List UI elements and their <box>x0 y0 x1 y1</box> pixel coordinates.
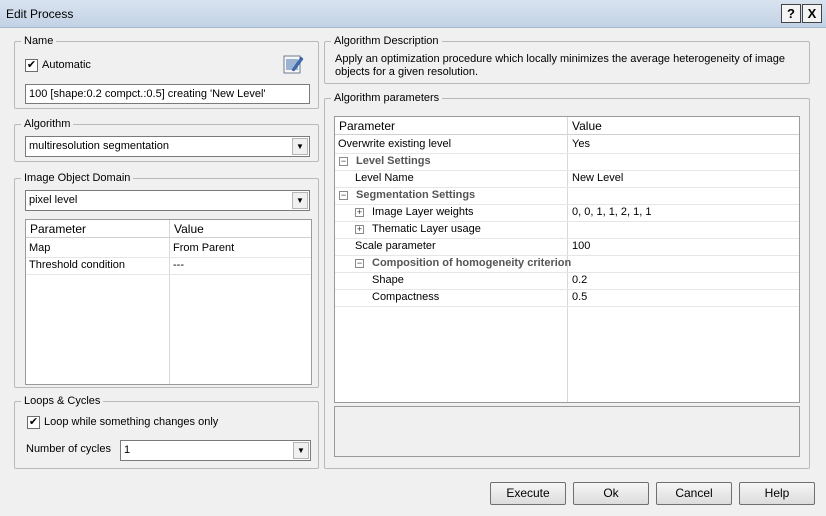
edit-icon <box>283 55 304 74</box>
parameter-help-panel <box>334 406 800 457</box>
chevron-down-icon[interactable]: ▼ <box>292 138 308 155</box>
collapse-icon[interactable]: − <box>339 191 348 200</box>
domain-select[interactable]: pixel level ▼ <box>25 190 310 211</box>
loop-checkbox[interactable]: ✔ <box>27 416 40 429</box>
param-image-layer-weights-value[interactable]: 0, 0, 1, 1, 2, 1, 1 <box>572 204 652 221</box>
image-object-domain-group: Image Object Domain pixel level ▼ Parame… <box>14 171 319 388</box>
section-segmentation-settings: Segmentation Settings <box>356 189 476 201</box>
algorithm-description-text: Apply an optimization procedure which lo… <box>335 53 786 78</box>
edit-name-button[interactable] <box>282 53 304 75</box>
cycles-select[interactable]: 1 ▼ <box>120 440 311 461</box>
algorithm-group-label: Algorithm <box>21 117 74 131</box>
description-group-label: Algorithm Description <box>331 34 442 48</box>
loop-label: Loop while something changes only <box>44 416 219 428</box>
help-title-button[interactable]: ? <box>781 4 801 23</box>
loops-group-label: Loops & Cycles <box>21 394 104 408</box>
param-shape-value[interactable]: 0.2 <box>572 272 587 289</box>
automatic-label: Automatic <box>42 59 91 71</box>
expand-icon[interactable]: + <box>355 208 364 217</box>
loops-cycles-group: Loops & Cycles ✔ Loop while something ch… <box>14 394 319 469</box>
name-group: Name ✔ Automatic 100 [shape:0.2 compct.:… <box>14 34 319 109</box>
param-scale-value[interactable]: 100 <box>572 238 590 255</box>
cycles-label: Number of cycles <box>26 443 111 455</box>
cycles-select-value: 1 <box>124 444 131 456</box>
param-level-name-label[interactable]: Level Name <box>355 170 414 187</box>
domain-col-divider <box>169 220 170 384</box>
params-group-label: Algorithm parameters <box>331 91 443 105</box>
param-thematic-layer-label[interactable]: Thematic Layer usage <box>372 221 481 238</box>
expand-icon[interactable]: + <box>355 225 364 234</box>
algorithm-select-value: multiresolution segmentation <box>29 140 170 152</box>
params-col-parameter[interactable]: Parameter <box>335 117 568 135</box>
automatic-checkbox[interactable]: ✔ <box>25 59 38 72</box>
param-overwrite-label[interactable]: Overwrite existing level <box>338 136 451 153</box>
chevron-down-icon[interactable]: ▼ <box>293 442 309 459</box>
domain-col-parameter[interactable]: Parameter <box>26 220 170 238</box>
params-col-value[interactable]: Value <box>568 117 799 135</box>
algorithm-parameters-group: Algorithm parameters Parameter Value Ove… <box>324 91 810 469</box>
ok-button[interactable]: Ok <box>573 482 649 505</box>
domain-row-map-value[interactable]: From Parent <box>173 240 234 257</box>
row-divider <box>26 274 311 275</box>
row-divider <box>335 306 799 307</box>
section-homogeneity: Composition of homogeneity criterion <box>372 257 572 269</box>
param-image-layer-weights-label[interactable]: Image Layer weights <box>372 204 474 221</box>
collapse-icon[interactable]: − <box>339 157 348 166</box>
algorithm-description-group: Algorithm Description Apply an optimizat… <box>324 34 810 84</box>
param-compactness-label[interactable]: Compactness <box>372 289 439 306</box>
domain-group-label: Image Object Domain <box>21 171 134 185</box>
domain-parameter-grid[interactable]: Parameter Value Map From Parent Threshol… <box>25 219 312 385</box>
algorithm-select[interactable]: multiresolution segmentation ▼ <box>25 136 310 157</box>
help-button[interactable]: Help <box>739 482 815 505</box>
param-scale-label[interactable]: Scale parameter <box>355 238 436 255</box>
window-title: Edit Process <box>6 7 74 21</box>
edit-process-dialog: Edit Process ? X Name ✔ Automatic 100 [s… <box>0 0 826 516</box>
close-title-button[interactable]: X <box>802 4 822 23</box>
algorithm-parameter-grid[interactable]: Parameter Value Overwrite existing level… <box>334 116 800 403</box>
name-group-label: Name <box>21 34 57 48</box>
param-overwrite-value[interactable]: Yes <box>572 136 590 153</box>
domain-row-map-param[interactable]: Map <box>29 240 50 257</box>
collapse-icon[interactable]: − <box>355 259 364 268</box>
section-level-settings: Level Settings <box>356 155 431 167</box>
domain-select-value: pixel level <box>29 194 78 206</box>
title-bar: Edit Process ? X <box>0 0 826 28</box>
domain-col-value[interactable]: Value <box>170 220 311 238</box>
execute-button[interactable]: Execute <box>490 482 566 505</box>
algorithm-group: Algorithm multiresolution segmentation ▼ <box>14 117 319 162</box>
domain-row-threshold-value[interactable]: --- <box>173 257 184 274</box>
param-compactness-value[interactable]: 0.5 <box>572 289 587 306</box>
param-shape-label[interactable]: Shape <box>372 272 404 289</box>
process-name-field[interactable]: 100 [shape:0.2 compct.:0.5] creating 'Ne… <box>25 84 310 104</box>
chevron-down-icon[interactable]: ▼ <box>292 192 308 209</box>
param-level-name-value[interactable]: New Level <box>572 170 623 187</box>
domain-row-threshold-param[interactable]: Threshold condition <box>29 257 125 274</box>
cancel-button[interactable]: Cancel <box>656 482 732 505</box>
row-divider <box>335 272 799 273</box>
